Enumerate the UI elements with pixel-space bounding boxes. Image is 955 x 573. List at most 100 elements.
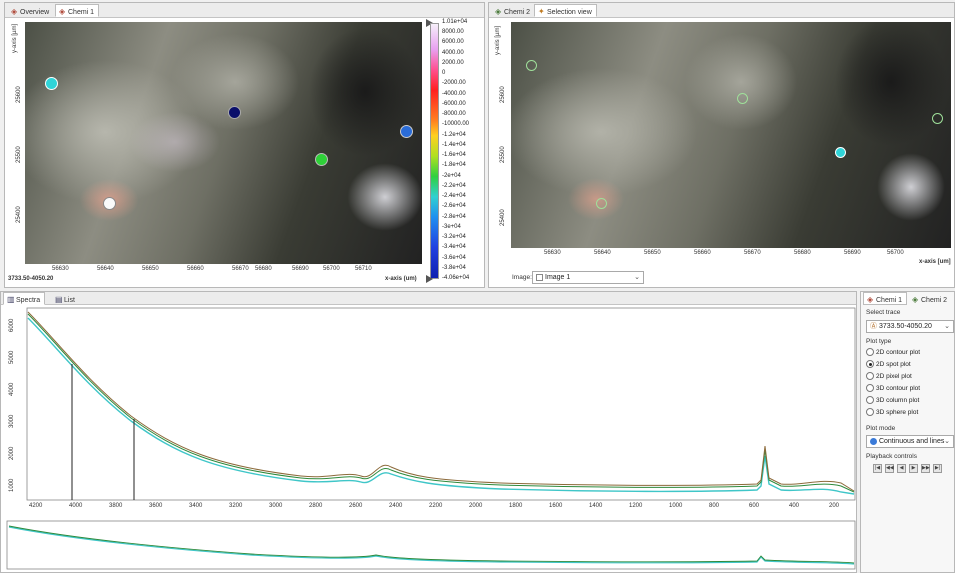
spectra-overview-plot[interactable] (1, 519, 858, 573)
plot-type-3d-contour[interactable]: 3D contour plot (866, 384, 920, 394)
radio-icon (866, 408, 874, 417)
chemi-icon: ◈ (59, 7, 66, 16)
spectra-y-tick: 5000 (9, 350, 15, 364)
spectra-x-tick: 3400 (189, 503, 203, 509)
left-x-tick: 56630 (52, 266, 69, 272)
plot-mode-dropdown[interactable]: Continuous and lines ⌄ (866, 435, 954, 448)
spectra-x-tick: 600 (749, 503, 760, 509)
spectra-x-tick: 3800 (109, 503, 123, 509)
image-select[interactable]: Image 1 ⌄ (532, 271, 644, 284)
selection-ring[interactable] (596, 198, 607, 209)
spectra-x-tick: 2600 (349, 503, 363, 509)
spectra-y-tick: 4000 (9, 382, 15, 396)
selection-ring[interactable] (526, 60, 537, 71)
colorbar-label: -3.4e+04 (442, 244, 466, 251)
spot-navy[interactable] (228, 106, 241, 119)
plot-type-option-label: 2D spot plot (876, 361, 911, 368)
chevron-down-icon: ⌄ (634, 274, 640, 281)
left-x-tick: 56640 (97, 266, 114, 272)
right-x-tick: 56680 (794, 250, 811, 256)
radio-selected-icon (866, 360, 874, 369)
spectra-x-tick: 1000 (669, 503, 683, 509)
colorbar-label: -2.8e+04 (442, 213, 466, 220)
tab-overview-label: Overview (20, 9, 50, 16)
right-y-tick: 25400 (500, 209, 506, 226)
selection-microscope-image[interactable] (511, 22, 951, 248)
colorbar-label: -8000.00 (442, 111, 466, 118)
spot-blue[interactable] (400, 125, 413, 138)
playback-rewind-button[interactable]: ◀◀ (885, 464, 894, 473)
playback-last-button[interactable]: ▶| (933, 464, 942, 473)
spectra-main-plot[interactable] (1, 306, 858, 518)
spectra-x-tick: 1200 (629, 503, 643, 509)
spectra-x-tick: 3600 (149, 503, 163, 509)
colorbar[interactable] (430, 23, 439, 279)
colorbar-label: -1.4e+04 (442, 141, 466, 148)
plot-type-2d-contour[interactable]: 2D contour plot (866, 348, 920, 358)
right-y-tick: 25600 (500, 86, 506, 103)
playback-first-button[interactable]: |◀ (873, 464, 882, 473)
spectra-x-tick: 4200 (29, 503, 43, 509)
plot-mode-value: Continuous and lines (878, 438, 945, 445)
playback-forward-button[interactable]: ▶▶ (921, 464, 930, 473)
colorbar-label: -2.4e+04 (442, 193, 466, 200)
spectra-panel: ▥Spectra ▤List 1000 2000 3000 4000 5000 6000 … (0, 291, 857, 573)
plot-type-label: Plot type (866, 338, 892, 345)
selection-ring[interactable] (932, 113, 943, 124)
playback-prev-button[interactable]: ◀ (897, 464, 906, 473)
spot-cyan[interactable] (45, 77, 58, 90)
tab-chemi2[interactable]: ◈ Chemi 2 (491, 4, 535, 17)
tab-list-label: List (64, 297, 75, 304)
plot-type-3d-column[interactable]: 3D column plot (866, 396, 919, 406)
plot-settings-panel: ◈ Chemi 1 ◈ Chemi 2 Select trace Ⓐ 3733.50… (860, 291, 955, 573)
right-x-tick: 56630 (544, 250, 561, 256)
radio-icon (866, 372, 874, 381)
colorbar-label: -4.06e+04 (442, 275, 470, 281)
selection-ring[interactable] (737, 93, 748, 104)
tab-spectra[interactable]: ▥Spectra (3, 292, 46, 305)
left-y-tick: 25600 (16, 86, 22, 103)
colorbar-label: -2.2e+04 (442, 182, 466, 189)
overview-icon: ◈ (11, 7, 18, 16)
chevron-down-icon: ⌄ (944, 438, 950, 445)
plot-type-2d-spot[interactable]: 2D spot plot (866, 360, 911, 370)
select-trace-dropdown[interactable]: Ⓐ 3733.50-4050.20 ⌄ (866, 320, 954, 333)
tab-list[interactable]: ▤List (51, 292, 80, 305)
left-x-tick: 56650 (142, 266, 159, 272)
tab-overview[interactable]: ◈ Overview (7, 4, 54, 17)
chemi1-microscope-image[interactable] (25, 22, 422, 264)
colorbar-label: 4000.00 (442, 49, 464, 56)
colorbar-label: -1.8e+04 (442, 162, 466, 169)
spectra-y-tick: 1000 (9, 478, 15, 492)
colorbar-label: -10000.00 (442, 121, 470, 128)
right-x-tick: 56690 (844, 250, 861, 256)
left-y-axis-label: y-axis [µm] (12, 23, 18, 53)
left-x-tick: 56690 (292, 266, 309, 272)
selected-spot-cyan[interactable] (835, 147, 846, 158)
tab-selection-view[interactable]: ✦ Selection view (534, 4, 597, 17)
tab-chemi2-settings[interactable]: ◈ Chemi 2 (908, 292, 952, 305)
spectra-tabbar: ▥Spectra ▤List (1, 292, 856, 305)
spot-green[interactable] (315, 153, 328, 166)
plot-type-3d-sphere[interactable]: 3D sphere plot (866, 408, 918, 418)
spectra-x-tick: 1800 (509, 503, 523, 509)
tab-chemi1-settings[interactable]: ◈ Chemi 1 (863, 292, 908, 305)
tab-chemi1-settings-label: Chemi 1 (876, 297, 903, 304)
playback-controls-label: Playback controls (866, 453, 917, 460)
trace-icon: Ⓐ (870, 323, 877, 330)
right-x-tick: 56660 (694, 250, 711, 256)
right-x-tick: 56670 (744, 250, 761, 256)
tab-chemi1[interactable]: ◈ Chemi 1 (55, 4, 100, 17)
spectra-x-tick: 2000 (469, 503, 483, 509)
colorbar-min-handle-icon[interactable] (426, 275, 433, 283)
playback-play-button[interactable]: ▶ (909, 464, 918, 473)
tab-chemi2-label: Chemi 2 (504, 9, 531, 16)
right-y-tick: 25500 (500, 146, 506, 163)
plot-type-option-label: 2D contour plot (876, 349, 921, 356)
radio-icon (866, 348, 874, 357)
plot-type-2d-pixel[interactable]: 2D pixel plot (866, 372, 912, 382)
spot-white[interactable] (103, 197, 116, 210)
plot-mode-label: Plot mode (866, 425, 896, 432)
select-trace-label: Select trace (866, 309, 901, 316)
selection-view-panel: ◈ Chemi 2 ✦ Selection view y-axis [µm] 254… (488, 2, 955, 288)
